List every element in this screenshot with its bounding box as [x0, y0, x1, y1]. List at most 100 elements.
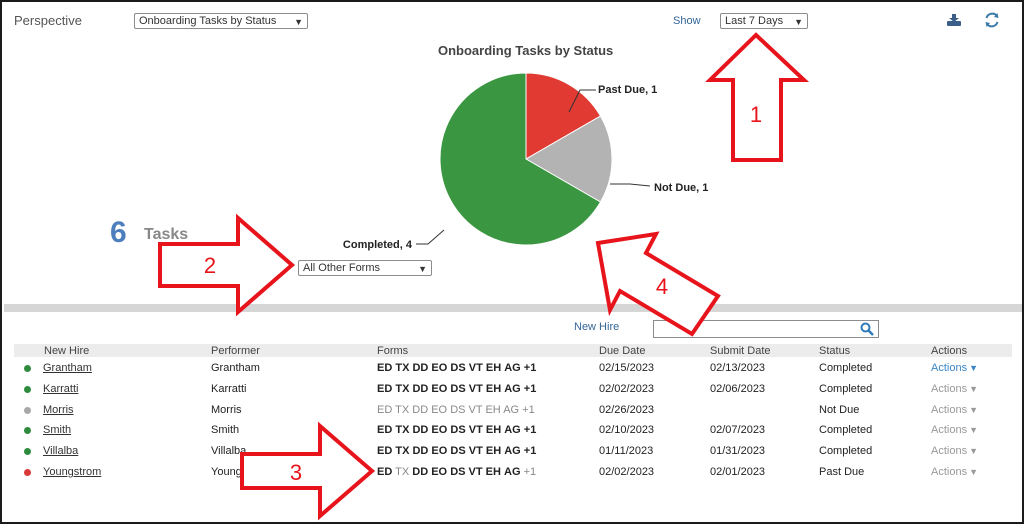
form-code[interactable]: EO [431, 383, 447, 395]
form-code[interactable]: TX [395, 445, 409, 457]
actions-menu-button[interactable]: Actions ▼ [931, 383, 978, 395]
caret-down-icon: ▼ [969, 404, 978, 415]
form-code[interactable]: EO [431, 445, 447, 457]
form-code[interactable]: DD [412, 362, 428, 374]
forms-cell[interactable]: ED TX DD EO DS VT EH AG +1 [377, 383, 536, 395]
new-hire-search-input[interactable] [653, 320, 879, 338]
form-code[interactable]: EO [431, 362, 447, 374]
form-code[interactable]: DD [412, 445, 428, 457]
submit-date-cell: 02/06/2023 [710, 382, 766, 395]
new-hire-link[interactable]: Karratti [43, 383, 78, 395]
form-code[interactable]: AG [504, 466, 521, 478]
form-code[interactable]: ED [377, 466, 392, 478]
form-code[interactable]: AG [504, 424, 521, 436]
forms-filter-select[interactable]: All Other Forms ▼ [298, 260, 432, 276]
table-row[interactable]: Morris Morris ED TX DD EO DS VT EH AG +1 02… [14, 400, 1012, 420]
new-hire-link[interactable]: Villalba [43, 445, 78, 457]
new-hire-link[interactable]: Youngstrom [43, 466, 101, 478]
table-row[interactable]: Karratti Karratti ED TX DD EO DS VT EH AG … [14, 379, 1012, 399]
form-code[interactable]: ED [377, 362, 392, 374]
new-hire-link[interactable]: Smith [43, 424, 71, 436]
form-code[interactable]: DS [450, 466, 465, 478]
column-header[interactable]: Submit Date [710, 345, 771, 357]
form-code[interactable]: EH [486, 362, 501, 374]
form-code[interactable]: DS [450, 445, 465, 457]
forms-cell[interactable]: ED TX DD EO DS VT EH AG +1 [377, 424, 536, 436]
form-code[interactable]: EH [486, 445, 501, 457]
form-code[interactable]: VT [469, 424, 483, 436]
submit-date-cell: 02/07/2023 [710, 424, 766, 437]
search-icon[interactable] [860, 322, 874, 336]
form-code[interactable]: +1 [524, 445, 537, 457]
actions-menu-button[interactable]: Actions ▼ [931, 466, 978, 478]
column-header[interactable]: Forms [377, 345, 408, 357]
table-header: New Hire Performer Forms Due Date Submit Dat… [14, 344, 1012, 357]
form-code[interactable]: TX [395, 424, 409, 436]
form-code[interactable]: AG [503, 404, 519, 416]
form-code[interactable]: EH [486, 466, 501, 478]
new-hire-link[interactable]: Grantham [43, 362, 92, 374]
form-code[interactable]: VT [469, 362, 483, 374]
form-code[interactable]: AG [504, 362, 521, 374]
actions-menu-button[interactable]: Actions ▼ [931, 362, 978, 374]
forms-cell[interactable]: ED TX DD EO DS VT EH AG +1 [377, 445, 536, 457]
performer-cell: Morris [211, 403, 242, 416]
column-header[interactable]: New Hire [44, 345, 89, 357]
form-code[interactable]: ED [377, 445, 392, 457]
column-header[interactable]: Actions [931, 345, 967, 357]
table-row[interactable]: Grantham Grantham ED TX DD EO DS VT EH AG … [14, 358, 1012, 378]
pie-leader-line [610, 183, 651, 187]
actions-label: Actions [931, 403, 968, 416]
form-code[interactable]: DD [412, 466, 428, 478]
status-cell: Completed [819, 424, 873, 437]
table-row[interactable]: Youngstrom Youngstrom ED TX DD EO DS VT EH… [14, 462, 1012, 482]
form-code[interactable]: DS [450, 404, 465, 416]
actions-menu-button[interactable]: Actions ▼ [931, 404, 978, 416]
form-code[interactable]: ED [377, 404, 392, 416]
forms-cell[interactable]: ED TX DD EO DS VT EH AG +1 [377, 362, 536, 374]
form-code[interactable]: TX [395, 404, 409, 416]
forms-cell[interactable]: ED TX DD EO DS VT EH AG +1 [377, 404, 535, 416]
forms-cell[interactable]: ED TX DD EO DS VT EH AG +1 [377, 466, 536, 478]
form-code[interactable]: DS [450, 383, 465, 395]
form-code[interactable]: EO [431, 424, 447, 436]
form-code[interactable]: ED [377, 383, 392, 395]
actions-menu-button[interactable]: Actions ▼ [931, 424, 978, 436]
form-code[interactable]: DD [412, 383, 428, 395]
form-code[interactable]: DS [450, 362, 465, 374]
form-code[interactable]: AG [504, 445, 521, 457]
new-hire-link[interactable]: Morris [43, 404, 74, 416]
form-code[interactable]: +1 [522, 404, 535, 416]
form-code[interactable]: TX [395, 466, 409, 478]
actions-menu-button[interactable]: Actions ▼ [931, 445, 978, 457]
caret-down-icon: ▼ [969, 383, 978, 394]
form-code[interactable]: TX [395, 383, 409, 395]
form-code[interactable]: EO [431, 404, 447, 416]
table-row[interactable]: Smith Smith ED TX DD EO DS VT EH AG +1 02/1… [14, 420, 1012, 440]
form-code[interactable]: VT [469, 466, 483, 478]
form-code[interactable]: +1 [524, 383, 537, 395]
form-code[interactable]: +1 [524, 362, 537, 374]
table-row[interactable]: Villalba Villalba ED TX DD EO DS VT EH AG … [14, 441, 1012, 461]
form-code[interactable]: ED [377, 424, 392, 436]
form-code[interactable]: DD [412, 404, 428, 416]
form-code[interactable]: AG [504, 383, 521, 395]
form-code[interactable]: TX [395, 362, 409, 374]
form-code[interactable]: +1 [524, 466, 537, 478]
form-code[interactable]: EH [486, 383, 501, 395]
column-header[interactable]: Performer [211, 345, 260, 357]
form-code[interactable]: VT [469, 445, 483, 457]
performer-cell: Youngstrom [211, 466, 270, 478]
caret-down-icon: ▼ [969, 363, 978, 373]
form-code[interactable]: EH [486, 424, 501, 436]
form-code[interactable]: +1 [524, 424, 537, 436]
column-header[interactable]: Status [819, 345, 850, 357]
task-count: 6 [110, 216, 127, 249]
form-code[interactable]: DD [412, 424, 428, 436]
form-code[interactable]: EO [431, 466, 447, 478]
column-header[interactable]: Due Date [599, 345, 645, 357]
form-code[interactable]: EH [485, 404, 500, 416]
form-code[interactable]: DS [450, 424, 465, 436]
form-code[interactable]: VT [469, 404, 483, 416]
form-code[interactable]: VT [469, 383, 483, 395]
